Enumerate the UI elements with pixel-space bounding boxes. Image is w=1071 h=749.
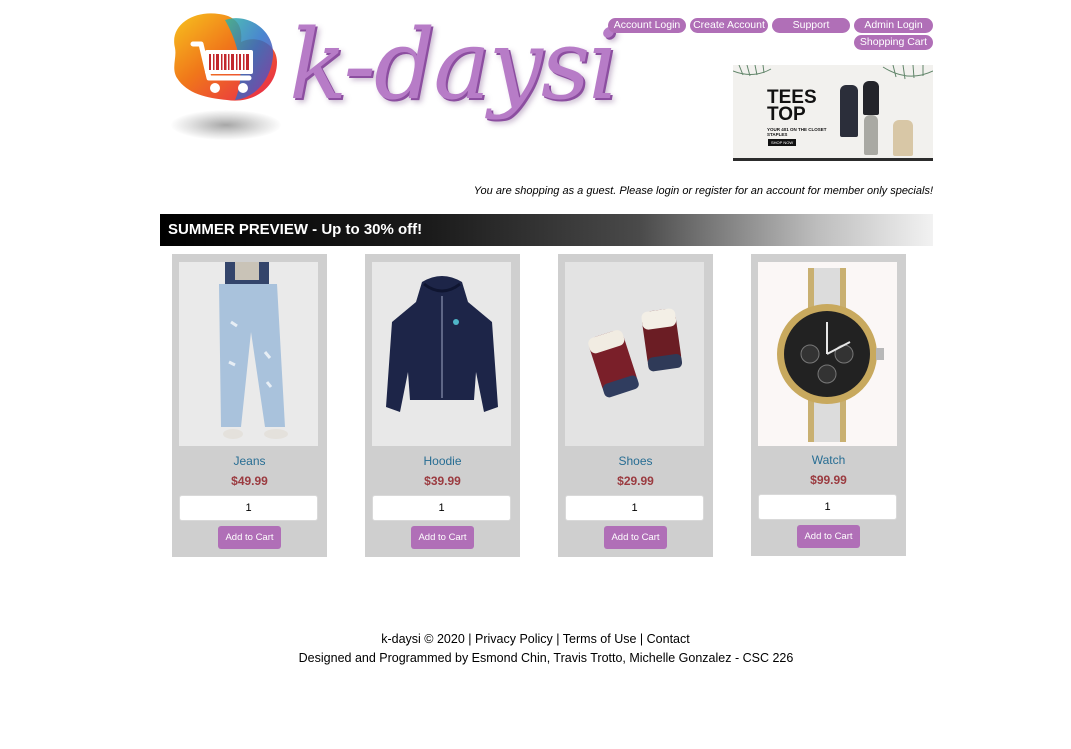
model-figure-woman [840, 85, 858, 137]
product-price: $39.99 [424, 474, 461, 488]
product-card: Hoodie $39.99 Add to Cart [365, 254, 520, 557]
jeans-illustration [219, 262, 288, 439]
banner-title: TEES TOP [767, 87, 817, 125]
banner-shop-now[interactable]: SHOP NOW [768, 139, 797, 146]
terms-of-use-link[interactable]: Terms of Use [563, 632, 637, 646]
site-logo[interactable]: k-daysi [165, 6, 619, 156]
guest-message: You are shopping as a guest. Please logi… [473, 185, 933, 197]
product-card: Watch $99.99 Add to Cart [751, 254, 906, 556]
product-price: $29.99 [617, 474, 654, 488]
product-image-hoodie[interactable] [372, 262, 511, 446]
product-price: $99.99 [810, 473, 847, 487]
quantity-input[interactable] [565, 495, 704, 521]
logo-wordmark: k-daysi [289, 9, 619, 121]
create-account-button[interactable]: Create Account [690, 18, 768, 33]
add-to-cart-button[interactable]: Add to Cart [604, 526, 667, 549]
account-login-button[interactable]: Account Login [608, 18, 686, 33]
footer-separator: | [468, 632, 472, 646]
footer-links: k-daysi © 2020 | Privacy Policy | Terms … [0, 632, 1071, 646]
footer-copyright: k-daysi © 2020 [381, 632, 465, 646]
product-image-shoes[interactable] [565, 262, 704, 446]
section-title-bar: SUMMER PREVIEW - Up to 30% off! [160, 214, 933, 246]
palm-leaves-icon [733, 65, 933, 80]
model-figure-man [863, 81, 879, 115]
product-card: Shoes $29.99 Add to Cart [558, 254, 713, 557]
footer-separator: | [639, 632, 644, 646]
quantity-input[interactable] [758, 494, 897, 520]
product-name[interactable]: Jeans [172, 454, 327, 468]
promo-banner[interactable]: TEES TOP YOUR 401 ON THE CLOSET STAPLES … [733, 65, 933, 161]
shopping-cart-logo-icon [174, 13, 277, 101]
watch-illustration [777, 268, 884, 442]
product-image-watch[interactable] [758, 262, 897, 446]
footer-credits: Designed and Programmed by Esmond Chin, … [298, 651, 794, 665]
product-card: Jeans $49.99 Add to Cart [172, 254, 327, 557]
product-name[interactable]: Hoodie [365, 454, 520, 468]
support-button[interactable]: Support [772, 18, 850, 33]
logo-shadow [171, 110, 281, 140]
product-image-jeans[interactable] [179, 262, 318, 446]
shoes-illustration [588, 308, 683, 398]
product-price: $49.99 [231, 474, 268, 488]
quantity-input[interactable] [372, 495, 511, 521]
hoodie-illustration [386, 276, 498, 412]
banner-bottom-bar [733, 158, 933, 161]
product-name[interactable]: Watch [751, 453, 906, 467]
model-figure-man-legs [864, 115, 878, 155]
shopping-cart-button[interactable]: Shopping Cart [854, 35, 933, 50]
add-to-cart-button[interactable]: Add to Cart [411, 526, 474, 549]
admin-login-button[interactable]: Admin Login [854, 18, 933, 33]
banner-subtitle: YOUR 401 ON THE CLOSET STAPLES [767, 127, 827, 137]
add-to-cart-button[interactable]: Add to Cart [218, 526, 281, 549]
product-name[interactable]: Shoes [558, 454, 713, 468]
shelf-plant [893, 120, 913, 156]
footer-separator: | [556, 632, 560, 646]
quantity-input[interactable] [179, 495, 318, 521]
contact-link[interactable]: Contact [647, 632, 690, 646]
add-to-cart-button[interactable]: Add to Cart [797, 525, 860, 548]
privacy-policy-link[interactable]: Privacy Policy [475, 632, 553, 646]
